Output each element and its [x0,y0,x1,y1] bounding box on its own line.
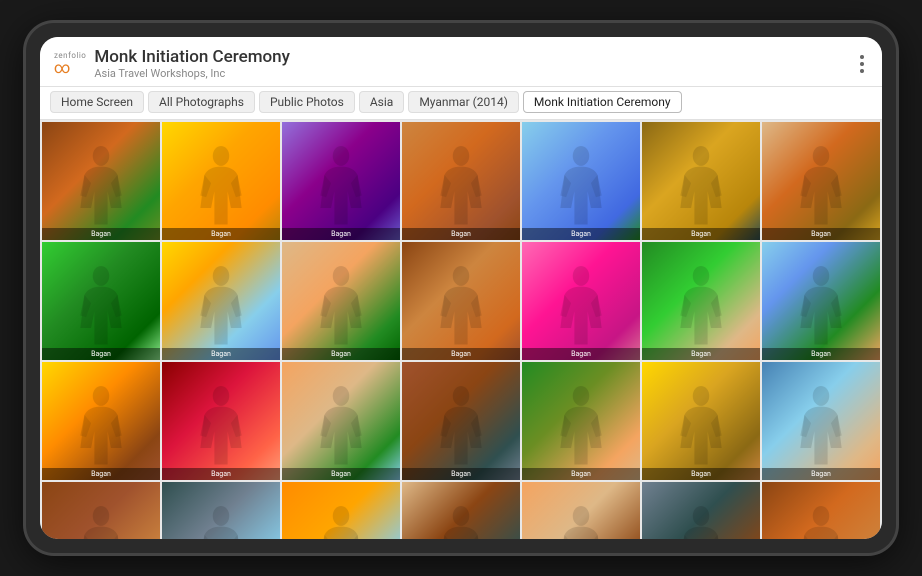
photo-cell[interactable]: Bagan [522,242,640,360]
photo-cell[interactable]: Bagan [402,482,520,539]
photo-location-label: Bagan [642,468,760,480]
header-left: zenfolio ∞ Monk Initiation Ceremony Asia… [54,47,290,80]
photo-location-label: Bagan [162,228,280,240]
photo-cell[interactable]: Bagan [642,242,760,360]
photo-cell[interactable]: Bagan [282,482,400,539]
photo-grid-container[interactable]: Bagan Bagan Bagan Bagan Bagan [40,120,882,539]
breadcrumb-item-home-screen[interactable]: Home Screen [50,91,144,113]
breadcrumb-item-myanmar-(2014)[interactable]: Myanmar (2014) [408,91,519,113]
page-subtitle: Asia Travel Workshops, Inc [94,67,290,80]
device-screen: zenfolio ∞ Monk Initiation Ceremony Asia… [40,37,882,539]
menu-dot-2 [860,62,864,66]
photo-cell[interactable]: Bagan [42,482,160,539]
breadcrumb-item-asia[interactable]: Asia [359,91,404,113]
photo-cell[interactable]: Bagan [162,242,280,360]
photo-location-label: Bagan [282,348,400,360]
photo-cell[interactable]: Bagan [402,362,520,480]
photo-location-label: Bagan [402,348,520,360]
menu-dot-1 [860,55,864,59]
photo-location-label: Bagan [522,348,640,360]
photo-grid: Bagan Bagan Bagan Bagan Bagan [40,120,882,539]
photo-cell[interactable]: Bagan [162,122,280,240]
photo-cell[interactable]: Bagan [762,362,880,480]
photo-location-label: Bagan [42,228,160,240]
photo-location-label: Bagan [282,228,400,240]
photo-location-label: Bagan [162,468,280,480]
page-title: Monk Initiation Ceremony [94,47,290,67]
breadcrumb-item-all-photographs[interactable]: All Photographs [148,91,255,113]
photo-cell[interactable]: Bagan [522,122,640,240]
photo-location-label: Bagan [762,468,880,480]
photo-cell[interactable]: Bagan [162,362,280,480]
photo-location-label: Bagan [762,228,880,240]
photo-location-label: Bagan [402,228,520,240]
photo-location-label: Bagan [522,228,640,240]
photo-location-label: Bagan [162,348,280,360]
device-frame: zenfolio ∞ Monk Initiation Ceremony Asia… [26,23,896,553]
photo-cell[interactable]: Bagan [522,362,640,480]
photo-location-label: Bagan [642,348,760,360]
photo-location-label: Bagan [642,228,760,240]
photo-location-label: Bagan [522,468,640,480]
photo-cell[interactable]: Bagan [282,242,400,360]
photo-cell[interactable]: Bagan [522,482,640,539]
photo-cell[interactable]: Bagan [642,362,760,480]
logo-infinity-icon: ∞ [54,60,70,76]
photo-location-label: Bagan [42,348,160,360]
menu-dot-3 [860,69,864,73]
photo-cell[interactable]: Bagan [42,242,160,360]
photo-cell[interactable]: Bagan [642,122,760,240]
breadcrumb-item-monk-initiation-ceremony[interactable]: Monk Initiation Ceremony [523,91,682,113]
photo-cell[interactable]: Bagan [402,242,520,360]
photo-cell[interactable]: Bagan [162,482,280,539]
photo-location-label: Bagan [762,348,880,360]
breadcrumb: Home ScreenAll PhotographsPublic PhotosA… [40,87,882,120]
photo-cell[interactable]: Bagan [642,482,760,539]
photo-cell[interactable]: Bagan [42,122,160,240]
photo-cell[interactable]: Bagan [762,242,880,360]
app-header: zenfolio ∞ Monk Initiation Ceremony Asia… [40,37,882,87]
photo-cell[interactable]: Bagan [762,482,880,539]
photo-cell[interactable]: Bagan [282,362,400,480]
photo-cell[interactable]: Bagan [402,122,520,240]
breadcrumb-item-public-photos[interactable]: Public Photos [259,91,355,113]
photo-cell[interactable]: Bagan [762,122,880,240]
zenfolio-logo: zenfolio ∞ [54,51,86,76]
photo-cell[interactable]: Bagan [42,362,160,480]
photo-location-label: Bagan [282,468,400,480]
more-options-button[interactable] [856,51,868,77]
photo-cell[interactable]: Bagan [282,122,400,240]
header-titles: Monk Initiation Ceremony Asia Travel Wor… [94,47,290,80]
photo-location-label: Bagan [42,468,160,480]
photo-location-label: Bagan [402,468,520,480]
